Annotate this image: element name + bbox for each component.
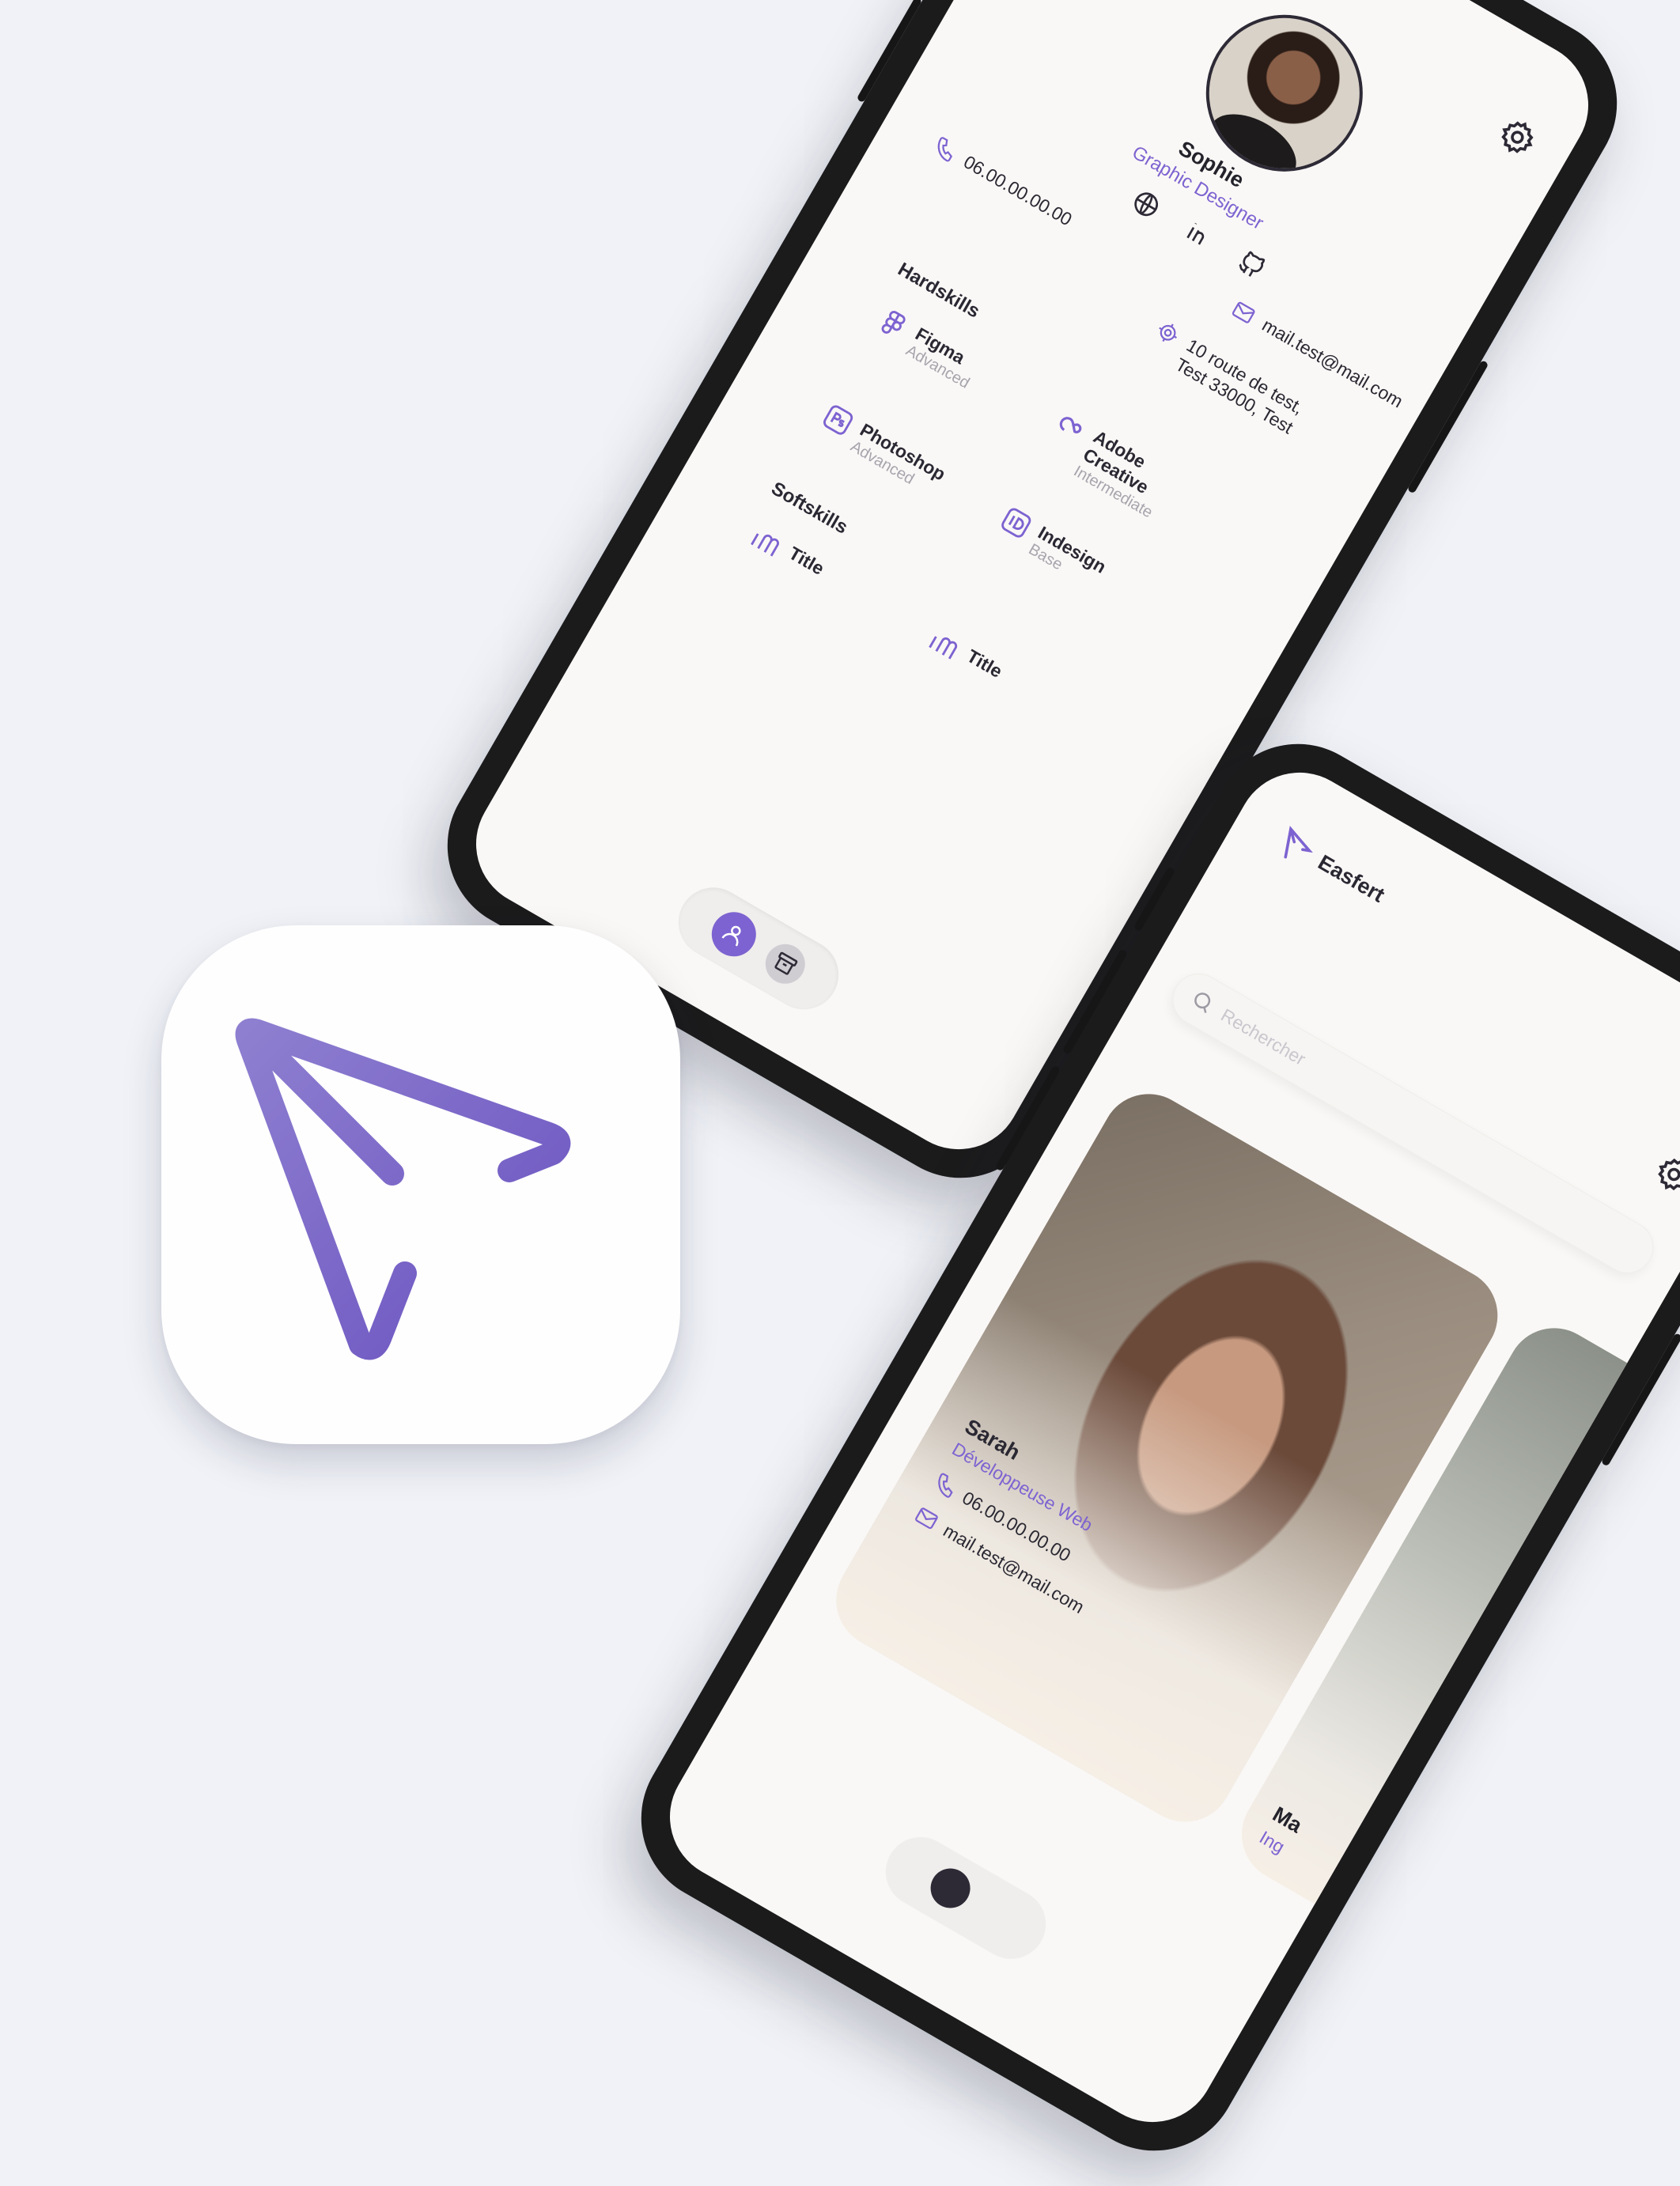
linkedin-icon[interactable] xyxy=(1179,215,1218,254)
phone-row: 06.00.00.00.00 xyxy=(929,133,1076,232)
tab-profile[interactable] xyxy=(703,904,765,965)
creative-cloud-icon xyxy=(1059,417,1082,433)
hardskills-title: Hardskills xyxy=(894,258,984,323)
app-name: Easfert xyxy=(1314,849,1389,907)
softskill-item: Title xyxy=(925,626,1006,690)
brain-icon xyxy=(929,636,958,660)
archive-icon xyxy=(774,951,798,975)
search-placeholder: Rechercher xyxy=(1217,1004,1310,1069)
softskills-title: Softskills xyxy=(767,478,852,539)
brain-icon xyxy=(751,533,779,557)
location-target-icon xyxy=(1159,323,1177,342)
tab-profile[interactable] xyxy=(923,1861,978,1916)
skill-item: Photoshop Advanced xyxy=(813,399,949,501)
profile-name: Sophie xyxy=(1175,136,1248,193)
skill-item: Indesign Base xyxy=(991,502,1110,594)
settings-gear-icon[interactable] xyxy=(1492,112,1544,164)
skill-item: Adobe Creative Intermediate xyxy=(1036,407,1176,522)
indesign-icon xyxy=(1001,508,1031,538)
mail-icon xyxy=(1232,301,1255,323)
mail-icon xyxy=(915,1507,938,1530)
app-brand: Easfert xyxy=(1271,821,1393,913)
phone-icon xyxy=(937,137,953,162)
app-icon[interactable] xyxy=(161,925,680,1444)
settings-gear-icon[interactable] xyxy=(1648,1148,1680,1201)
softskill-item: Title xyxy=(747,523,828,587)
search-icon xyxy=(1194,993,1211,1013)
github-icon[interactable] xyxy=(1232,246,1271,285)
bottom-tab-bar xyxy=(872,1824,1059,1972)
phone-icon xyxy=(938,1473,953,1498)
easfert-logo-icon xyxy=(1284,826,1313,859)
profile-icon xyxy=(721,925,741,947)
photoshop-icon xyxy=(823,405,853,435)
figma-icon xyxy=(881,311,906,334)
phone-number[interactable]: 06.00.00.00.00 xyxy=(959,150,1076,230)
easfert-logo-icon xyxy=(235,1018,571,1360)
softskill-name: Title xyxy=(963,645,1006,682)
bottom-tab-bar xyxy=(665,875,852,1023)
tab-archive[interactable] xyxy=(758,936,812,991)
softskill-name: Title xyxy=(785,542,828,579)
globe-icon[interactable] xyxy=(1127,185,1166,224)
